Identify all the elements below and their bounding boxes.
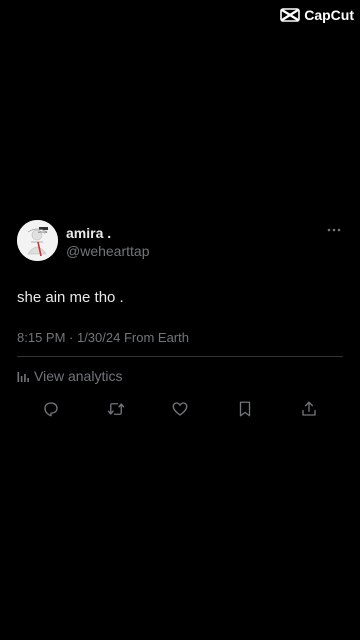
- post-text: she ain me tho .: [17, 289, 124, 306]
- like-button[interactable]: [162, 398, 198, 420]
- reply-icon: [44, 402, 58, 417]
- view-analytics-link[interactable]: View analytics: [17, 367, 343, 385]
- share-button[interactable]: [291, 398, 327, 420]
- bookmark-button[interactable]: [227, 398, 263, 420]
- post: amiga amira . @wehearttap she ain me tho…: [17, 220, 343, 417]
- avatar-badge-text: amiga: [38, 230, 47, 234]
- view-analytics-label: View analytics: [34, 368, 123, 384]
- display-name[interactable]: amira .: [66, 225, 149, 242]
- post-timestamp[interactable]: 8:15 PM · 1/30/24 From Earth: [17, 330, 343, 357]
- avatar[interactable]: amiga: [17, 220, 58, 261]
- reply-button[interactable]: [33, 398, 69, 420]
- post-header: amiga amira . @wehearttap: [17, 220, 343, 264]
- more-dots-icon: [327, 228, 341, 232]
- analytics-icon: [17, 372, 29, 382]
- author-identity: amira . @wehearttap: [66, 225, 149, 260]
- watermark-label: CapCut: [304, 7, 354, 23]
- more-options-button[interactable]: [325, 224, 343, 236]
- user-handle[interactable]: @wehearttap: [66, 242, 149, 260]
- capcut-logo-icon: [280, 8, 301, 22]
- heart-icon: [172, 402, 188, 416]
- repost-icon: [107, 403, 124, 415]
- post-actions: [17, 398, 343, 420]
- bookmark-icon: [239, 401, 250, 417]
- repost-button[interactable]: [98, 398, 134, 420]
- capcut-watermark: CapCut: [280, 7, 354, 23]
- share-icon: [302, 401, 316, 416]
- avatar-image: amiga: [17, 220, 58, 261]
